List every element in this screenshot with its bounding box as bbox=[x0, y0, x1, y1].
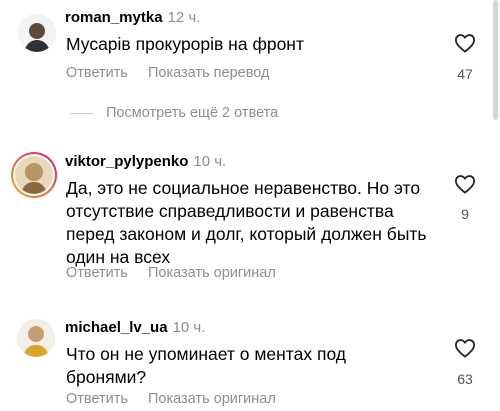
translate-button[interactable]: Показать перевод bbox=[148, 65, 269, 81]
comment-username[interactable]: viktor_pylypenko 10 ч. bbox=[65, 153, 226, 170]
comment-item: michael_lv_ua 10 ч. Что он не упоминает о… bbox=[0, 310, 500, 410]
reply-button[interactable]: Ответить bbox=[66, 391, 128, 407]
username-text[interactable]: roman_mytka bbox=[65, 9, 163, 26]
heart-outline-icon[interactable] bbox=[454, 338, 476, 358]
view-more-replies-button[interactable]: Посмотреть ещё 2 ответа bbox=[70, 105, 278, 121]
comment-text: Что он не упоминает о ментах под бронями… bbox=[66, 344, 347, 387]
avatar[interactable] bbox=[11, 152, 57, 198]
comment-item: viktor_pylypenko 10 ч. Да, это не социаль… bbox=[0, 145, 500, 290]
comment-time: 10 ч. bbox=[172, 319, 206, 336]
user-photo-icon bbox=[18, 14, 56, 52]
replies-divider-line bbox=[70, 112, 94, 114]
view-more-replies-label[interactable]: Посмотреть ещё 2 ответа bbox=[106, 105, 278, 121]
comment-time: 10 ч. bbox=[193, 153, 227, 170]
comment-item: roman_mytka 12 ч. Мусарів прокурорів на ф… bbox=[0, 0, 500, 92]
comment-actions: Ответить Показать оригинал bbox=[66, 265, 276, 281]
user-photo-icon bbox=[15, 156, 53, 194]
translate-button[interactable]: Показать оригинал bbox=[148, 391, 276, 407]
translate-button[interactable]: Показать оригинал bbox=[148, 265, 276, 281]
like-count: 9 bbox=[461, 206, 469, 222]
avatar[interactable] bbox=[18, 14, 56, 52]
heart-outline-icon[interactable] bbox=[454, 174, 476, 194]
comment-time: 12 ч. bbox=[167, 9, 201, 26]
comment-actions: Ответить Показать перевод bbox=[66, 65, 269, 81]
like-count: 47 bbox=[457, 66, 473, 82]
scrollbar[interactable] bbox=[493, 0, 498, 120]
reply-button[interactable]: Ответить bbox=[66, 65, 128, 81]
username-text[interactable]: michael_lv_ua bbox=[65, 319, 168, 336]
heart-outline-icon[interactable] bbox=[454, 33, 476, 53]
avatar[interactable] bbox=[17, 319, 55, 357]
comment-username[interactable]: michael_lv_ua 10 ч. bbox=[65, 319, 205, 336]
comment-actions: Ответить Показать оригинал bbox=[66, 391, 276, 407]
comment-username[interactable]: roman_mytka 12 ч. bbox=[65, 9, 200, 26]
user-photo-icon bbox=[17, 319, 55, 357]
like-count: 63 bbox=[457, 371, 473, 387]
reply-button[interactable]: Ответить bbox=[66, 265, 128, 281]
comment-text: Мусарів прокурорів на фронт bbox=[66, 34, 304, 54]
username-text[interactable]: viktor_pylypenko bbox=[65, 153, 188, 170]
comment-text: Да, это не социальное неравенство. Но эт… bbox=[66, 178, 427, 267]
